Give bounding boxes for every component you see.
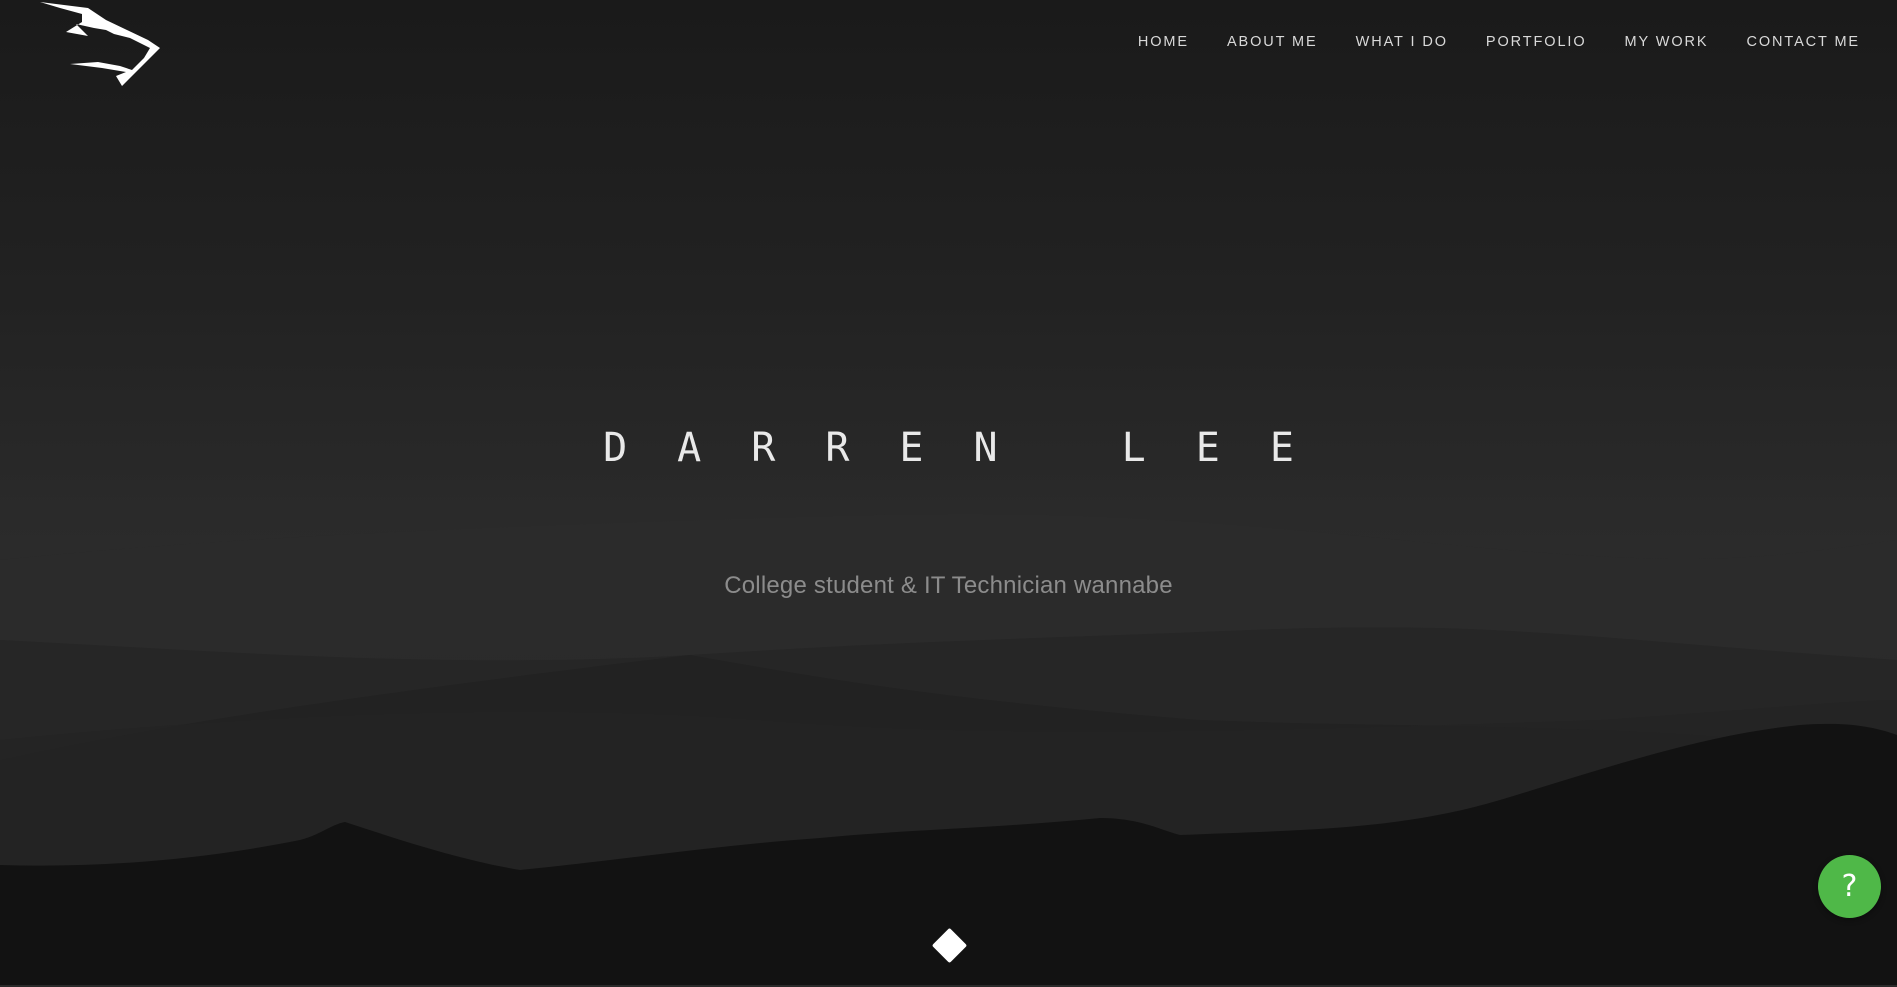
nav-item-portfolio[interactable]: PORTFOLIO xyxy=(1486,34,1587,50)
nav-item-contact-me[interactable]: CONTACT ME xyxy=(1746,34,1860,50)
hero-section: HOME ABOUT ME WHAT I DO PORTFOLIO MY WOR… xyxy=(0,0,1897,987)
nav-item-home[interactable]: HOME xyxy=(1138,34,1189,50)
hero-subtitle: College student & IT Technician wannabe xyxy=(724,572,1173,599)
mountain-background xyxy=(0,514,1897,987)
hero-title: DARREN LEE xyxy=(603,425,1344,471)
nav-item-what-i-do[interactable]: WHAT I DO xyxy=(1356,34,1448,50)
help-label: ? xyxy=(1841,869,1858,904)
main-nav: HOME ABOUT ME WHAT I DO PORTFOLIO MY WOR… xyxy=(1138,34,1860,50)
nav-item-about-me[interactable]: ABOUT ME xyxy=(1227,34,1318,50)
nav-item-my-work[interactable]: MY WORK xyxy=(1625,34,1709,50)
bull-head-logo-icon[interactable] xyxy=(36,0,166,92)
help-button[interactable]: ? xyxy=(1818,855,1881,918)
